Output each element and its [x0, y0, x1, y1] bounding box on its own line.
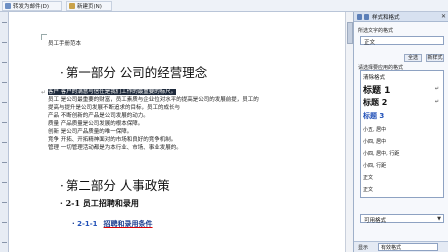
- style-item[interactable]: 标题 3: [363, 111, 441, 121]
- new-page-icon: [69, 3, 75, 9]
- new-page-label: 新建页(N): [77, 4, 102, 10]
- current-style-field[interactable]: 正文: [360, 36, 444, 46]
- style-item[interactable]: 清除格式: [363, 73, 441, 81]
- body-line: 创新 是公司产品质量的唯一保障。: [48, 129, 133, 135]
- heading-part-two-text: 第二部分 人事政策: [65, 178, 170, 193]
- subheading-2-1-text: 2-1 员工招聘和录用: [65, 198, 139, 208]
- body-line: 提高与提升是公司发展不断追求的目标，员工的成长与: [48, 105, 181, 111]
- ruler-tick: [2, 182, 7, 183]
- back-arrow-icon[interactable]: [357, 14, 362, 20]
- style-item[interactable]: 正文: [363, 186, 441, 193]
- doc-line-title: 员工手册范本: [48, 41, 82, 47]
- vertical-scrollbar[interactable]: [345, 12, 353, 252]
- style-item-label: 清除格式: [363, 75, 386, 81]
- mail-icon: [5, 3, 11, 9]
- para-mark-icon: ↵: [434, 86, 439, 92]
- style-item-label: 标题 1: [363, 86, 391, 96]
- style-item[interactable]: 小四, 行距: [363, 162, 441, 169]
- heading-part-two: · 第二部分 人事政策: [60, 175, 170, 194]
- ruler-tick: [2, 162, 7, 163]
- ruler-tick: [2, 142, 7, 143]
- subheading-2-1-1: · 2-1-1 招聘和录用条件: [72, 219, 153, 229]
- heading-part-one: · 第一部分 公司的经营理念: [60, 62, 207, 81]
- style-item[interactable]: 正文: [363, 174, 441, 181]
- selected-text[interactable]: 客户 客户的满意与信任是我们工作的最重要的标尺。: [48, 89, 177, 95]
- forward-as-mail-button[interactable]: 转发为邮件(D): [2, 1, 62, 11]
- ruler-tick: [2, 122, 7, 123]
- bullet-dot: ·: [60, 66, 64, 80]
- ruler-tick: [2, 242, 7, 243]
- new-page-button[interactable]: 新建页(N): [66, 1, 112, 11]
- vertical-ruler[interactable]: [0, 12, 9, 252]
- body-line: 产品 不断创新的产品是公司发展的动力。: [48, 113, 149, 119]
- body-line: 质量 产品质量是公司发展的根本保障。: [48, 121, 144, 127]
- style-item-label: 标题 3: [363, 112, 385, 120]
- ruler-tick: [2, 82, 7, 83]
- ruler-tick: [2, 62, 7, 63]
- forward-as-mail-label: 转发为邮件(D): [13, 4, 50, 10]
- bullet-dot: ·: [72, 220, 75, 228]
- subheading-2-1: · 2-1 员工招聘和录用: [60, 198, 139, 209]
- show-select[interactable]: 有效格式: [378, 243, 438, 251]
- close-icon[interactable]: ✕: [441, 13, 446, 20]
- style-item[interactable]: 小四, 居中: [363, 138, 441, 145]
- selected-line: 客户 客户的满意与信任是我们工作的最重要的标尺。: [48, 89, 177, 96]
- style-item-label: 小四, 居中, 行距: [363, 151, 400, 157]
- anchor-icon: ↵: [41, 89, 47, 96]
- ruler-tick: [2, 22, 7, 23]
- subheading-number: 2-1-1: [77, 220, 98, 228]
- show-row: 显示 有效格式: [354, 241, 448, 252]
- style-item-label: 正文: [363, 187, 374, 193]
- body-line: 竞争 开拓、开拓精神面对的市场和良好的竞争机制。: [48, 137, 177, 143]
- ruler-tick: [2, 222, 7, 223]
- style-item[interactable]: 小四, 居中, 行距: [363, 150, 441, 157]
- document-page[interactable]: 员工手册范本 · 第一部分 公司的经营理念 ↵ 客户 客户的满意与信任是我们工作的…: [10, 12, 345, 252]
- new-style-button[interactable]: 新样式: [426, 54, 444, 62]
- show-label: 显示: [358, 245, 369, 251]
- style-item-label: 小四, 行距: [363, 163, 387, 169]
- pane-header: 样式和格式 ✕: [354, 12, 448, 22]
- style-list[interactable]: 清除格式 标题 1 ↵ 标题 2 ↵ 标题 3 小五, 居中 小四, 居中 小四, …: [360, 70, 444, 198]
- style-item-label: 小四, 居中: [363, 139, 387, 145]
- style-item-label: 小五, 居中: [363, 127, 387, 133]
- forward-arrow-icon[interactable]: [364, 14, 369, 20]
- body-line: 管理 一切管理活动都是为本行业、市场、事业发展的。: [48, 145, 182, 151]
- available-formats-select[interactable]: 可用格式 ▼: [360, 214, 444, 224]
- subheading-label: 招聘和录用条件: [103, 220, 153, 228]
- bullet-dot: ·: [60, 179, 64, 193]
- ruler-tick: [2, 202, 7, 203]
- show-value: 有效格式: [381, 245, 402, 251]
- margin-corner-mark: [41, 34, 47, 40]
- available-formats-value: 可用格式: [364, 218, 387, 224]
- style-item[interactable]: 标题 2 ↵: [363, 97, 441, 108]
- heading-part-one-text: 第一部分 公司的经营理念: [65, 65, 208, 80]
- chevron-down-icon: ▼: [437, 216, 441, 222]
- bullet-dot: ·: [60, 198, 63, 208]
- select-all-button[interactable]: 全选: [404, 54, 422, 62]
- pane-nav: [357, 14, 369, 20]
- style-item[interactable]: 标题 1 ↵: [363, 83, 441, 96]
- style-item-label: 正文: [363, 175, 374, 181]
- style-item-label: 标题 2: [363, 98, 388, 107]
- top-toolbar: 转发为邮件(D) 新建页(N): [0, 0, 448, 12]
- ruler-tick: [2, 102, 7, 103]
- selected-text-format-label: 所选文字的格式: [358, 28, 394, 34]
- styles-task-pane: 样式和格式 ✕ 所选文字的格式 正文 新样式 全选 请选择要应用的格式 清除格式…: [353, 12, 448, 252]
- ruler-tick: [2, 42, 7, 43]
- para-mark-icon: ↵: [434, 99, 439, 105]
- body-line: 员工 是公司最重要的财富，员工素质与企业位对水平的提高是公司的发展前提，员工的: [48, 97, 259, 103]
- style-item[interactable]: 小五, 居中: [363, 126, 441, 133]
- pane-title: 样式和格式: [372, 14, 400, 21]
